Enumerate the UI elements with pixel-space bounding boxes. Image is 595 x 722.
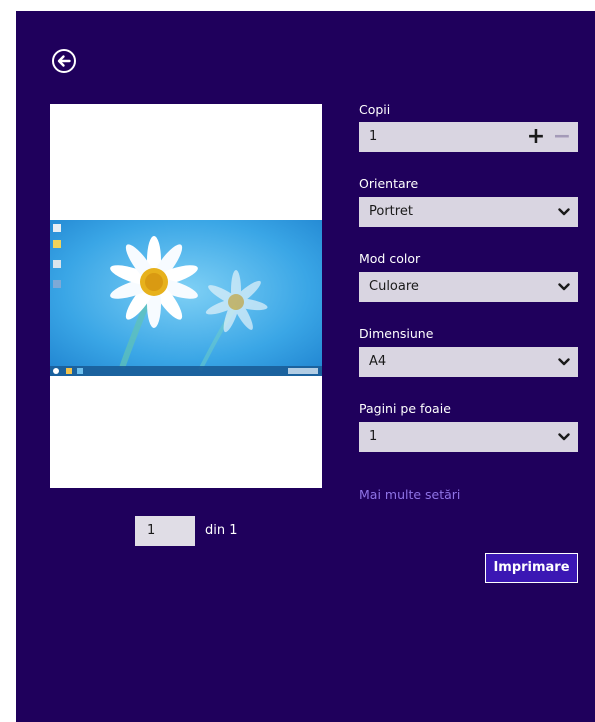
paper-size-label: Dimensiune — [359, 326, 434, 341]
print-button[interactable]: Imprimare — [485, 553, 578, 583]
increase-copies-button[interactable]: + — [526, 122, 546, 152]
copies-stepper[interactable]: 1 + − — [359, 122, 578, 152]
print-panel: 1 din 1 Copii 1 + − Orientare Portret Mo… — [16, 11, 595, 722]
chevron-down-icon — [558, 208, 570, 216]
paper-size-value: A4 — [369, 354, 387, 369]
chevron-down-icon — [558, 433, 570, 441]
page-number-input[interactable]: 1 — [135, 516, 195, 546]
color-mode-value: Culoare — [369, 279, 419, 294]
orientation-select[interactable]: Portret — [359, 197, 578, 227]
orientation-label: Orientare — [359, 176, 419, 191]
back-button[interactable] — [51, 48, 77, 74]
pages-per-sheet-select[interactable]: 1 — [359, 422, 578, 452]
page-count-label: din 1 — [205, 523, 238, 538]
chevron-down-icon — [558, 358, 570, 366]
copies-value[interactable]: 1 — [369, 129, 377, 144]
decrease-copies-button[interactable]: − — [552, 122, 572, 152]
more-settings-link[interactable]: Mai multe setări — [359, 487, 460, 502]
chevron-down-icon — [558, 283, 570, 291]
orientation-value: Portret — [369, 204, 413, 219]
back-arrow-circle-icon — [52, 49, 76, 73]
pages-per-sheet-value: 1 — [369, 429, 378, 444]
paper-size-select[interactable]: A4 — [359, 347, 578, 377]
color-mode-select[interactable]: Culoare — [359, 272, 578, 302]
desktop-screenshot-preview — [50, 220, 322, 376]
print-preview-page — [50, 104, 322, 488]
color-mode-label: Mod color — [359, 251, 421, 266]
copies-label: Copii — [359, 102, 391, 117]
pages-per-sheet-label: Pagini pe foaie — [359, 401, 451, 416]
